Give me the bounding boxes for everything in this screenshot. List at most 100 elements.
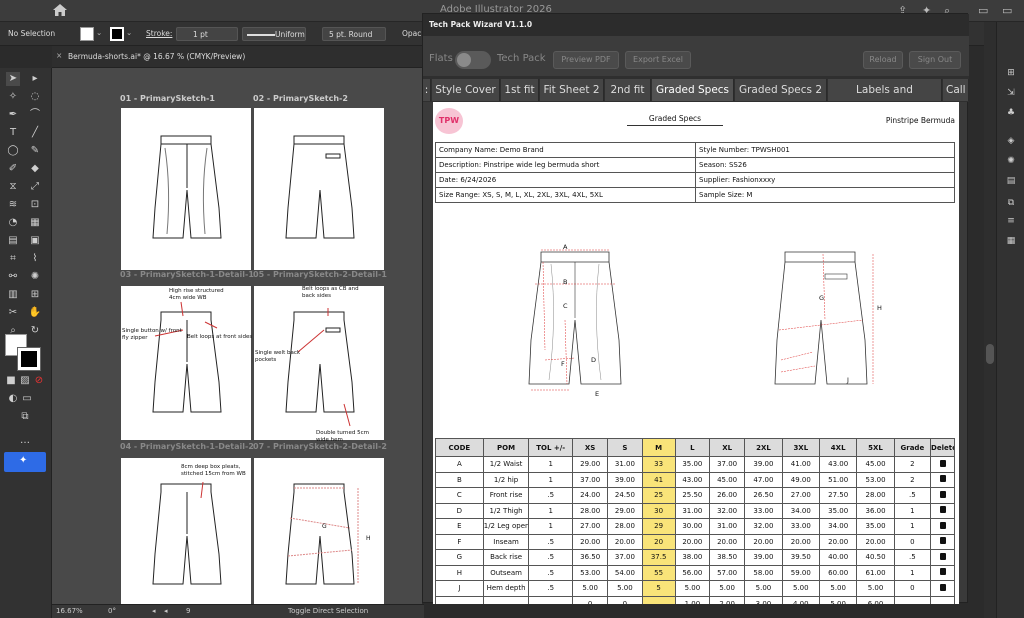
table-cell[interactable]: 35.00 bbox=[856, 518, 895, 535]
table-cell[interactable]: 24.50 bbox=[607, 487, 643, 504]
table-cell[interactable]: 57.00 bbox=[708, 564, 746, 581]
table-cell[interactable]: 24.00 bbox=[571, 487, 609, 504]
table-cell[interactable]: .5 bbox=[528, 533, 573, 550]
table-cell[interactable]: Outseam bbox=[482, 564, 530, 581]
table-cell[interactable]: 0 bbox=[893, 580, 932, 597]
gradient-tool-icon[interactable]: ▣ bbox=[28, 234, 42, 248]
table-cell[interactable]: 45.00 bbox=[856, 456, 895, 473]
delete-row-button[interactable] bbox=[930, 533, 955, 550]
table-cell[interactable]: 5.00 bbox=[674, 580, 710, 597]
appearance-icon[interactable]: ✺ bbox=[1005, 156, 1017, 168]
table-cell[interactable]: 32.00 bbox=[708, 502, 746, 519]
table-cell[interactable]: .5 bbox=[528, 564, 573, 581]
table-cell[interactable]: 5.00 bbox=[818, 580, 858, 597]
type-tool-icon[interactable]: T bbox=[6, 126, 20, 140]
change-screen-mode-icon[interactable]: ⧉ bbox=[18, 410, 32, 424]
shaper-tool-icon[interactable]: ✐ bbox=[6, 162, 20, 176]
table-cell[interactable]: 31.00 bbox=[607, 456, 643, 473]
table-cell[interactable]: 30 bbox=[641, 502, 676, 519]
table-cell[interactable]: 5.00 bbox=[818, 595, 858, 604]
table-cell[interactable]: 0 bbox=[607, 595, 643, 604]
free-transform-icon[interactable]: ⊡ bbox=[28, 198, 42, 212]
table-cell[interactable]: 1 bbox=[528, 456, 573, 473]
prev-artboard-icon[interactable]: ◂ bbox=[152, 607, 156, 615]
table-cell[interactable]: 33.00 bbox=[744, 502, 783, 519]
table-cell[interactable]: 27.00 bbox=[571, 518, 609, 535]
table-cell[interactable] bbox=[528, 595, 573, 604]
table-cell[interactable]: Inseam bbox=[482, 533, 530, 550]
table-cell[interactable]: D bbox=[435, 502, 484, 519]
table-cell[interactable]: 39.00 bbox=[607, 471, 643, 488]
table-cell[interactable]: 45.00 bbox=[708, 471, 746, 488]
table-cell[interactable]: 5.00 bbox=[856, 580, 895, 597]
curvature-tool-icon[interactable]: ⌒ bbox=[28, 108, 42, 122]
table-cell[interactable]: 20.00 bbox=[744, 533, 783, 550]
delete-row-button[interactable] bbox=[930, 518, 955, 535]
stroke-label[interactable]: Stroke: bbox=[146, 29, 172, 38]
eraser-icon[interactable]: ◆ bbox=[28, 162, 42, 176]
table-cell[interactable]: 37.00 bbox=[708, 456, 746, 473]
reflect-tool-icon[interactable]: ⧖ bbox=[6, 180, 20, 194]
tab-fit-sheet-2[interactable]: Fit Sheet 2 bbox=[540, 79, 604, 101]
table-cell[interactable]: .5 bbox=[528, 580, 573, 597]
table-cell[interactable]: G bbox=[435, 549, 484, 566]
table-cell[interactable]: A bbox=[435, 456, 484, 473]
artboard-sketch-1-detail-2[interactable]: 8cm deep box pleats, stitched 15cm from … bbox=[121, 458, 251, 604]
table-cell[interactable]: 27.00 bbox=[781, 487, 820, 504]
table-cell[interactable]: Front rise bbox=[482, 487, 530, 504]
table-cell[interactable]: 29.00 bbox=[607, 502, 643, 519]
table-cell[interactable]: 2.00 bbox=[708, 595, 746, 604]
rotate-view-icon[interactable]: ↻ bbox=[28, 324, 42, 338]
table-cell[interactable]: 31.00 bbox=[674, 502, 710, 519]
table-cell[interactable]: .5 bbox=[893, 549, 932, 566]
table-cell[interactable]: 35.00 bbox=[818, 502, 858, 519]
mesh-tool-icon[interactable]: ⌗ bbox=[6, 252, 20, 266]
table-cell[interactable]: 20.00 bbox=[607, 533, 643, 550]
table-cell[interactable]: 36.50 bbox=[571, 549, 609, 566]
table-cell[interactable]: J bbox=[435, 580, 484, 597]
table-cell[interactable]: 28.00 bbox=[856, 487, 895, 504]
table-cell[interactable]: 1 bbox=[528, 502, 573, 519]
reload-button[interactable]: Reload bbox=[863, 51, 903, 69]
delete-row-button[interactable] bbox=[930, 471, 955, 488]
table-cell[interactable]: 43.00 bbox=[674, 471, 710, 488]
artboard-primary-sketch-1[interactable] bbox=[121, 108, 251, 270]
table-cell[interactable]: 41.00 bbox=[781, 456, 820, 473]
vertical-scrollbar[interactable] bbox=[984, 22, 996, 618]
pathfinder-icon[interactable]: ≡ bbox=[1005, 216, 1017, 228]
table-cell[interactable]: 29 bbox=[641, 518, 676, 535]
stroke-color-swatch[interactable] bbox=[17, 347, 41, 371]
more-tools-icon[interactable]: … bbox=[18, 434, 32, 448]
table-cell[interactable]: 5.00 bbox=[708, 580, 746, 597]
table-cell[interactable]: .5 bbox=[528, 487, 573, 504]
table-cell[interactable]: 3.00 bbox=[744, 595, 783, 604]
transform-icon[interactable]: ⧉ bbox=[1005, 198, 1017, 210]
table-cell[interactable]: 1 bbox=[528, 518, 573, 535]
swatches-icon[interactable]: ▦ bbox=[1005, 236, 1017, 248]
close-icon[interactable]: × bbox=[56, 51, 62, 60]
table-cell[interactable]: Hem depth bbox=[482, 580, 530, 597]
tab-previous[interactable]: : bbox=[423, 79, 431, 101]
home-icon[interactable] bbox=[52, 3, 68, 17]
table-cell[interactable]: 30.00 bbox=[674, 518, 710, 535]
blend-tool-icon[interactable]: ⚯ bbox=[6, 270, 20, 284]
shape-builder-icon[interactable]: ◔ bbox=[6, 216, 20, 230]
artboard-tool-icon[interactable]: ⊞ bbox=[28, 288, 42, 302]
tab-labels-and-packaging[interactable]: Labels and Packaging bbox=[828, 79, 942, 118]
artboard-sketch-1-detail-1[interactable]: High rise structured 4cm wide WB Single … bbox=[121, 286, 252, 440]
table-cell[interactable]: 38.50 bbox=[708, 549, 746, 566]
delete-row-button[interactable] bbox=[930, 502, 955, 519]
table-cell[interactable]: 5.00 bbox=[607, 580, 643, 597]
preview-pdf-button[interactable]: Preview PDF bbox=[553, 51, 619, 69]
table-cell[interactable]: 61.00 bbox=[856, 564, 895, 581]
table-cell[interactable]: 56.00 bbox=[674, 564, 710, 581]
table-cell[interactable]: 1 bbox=[528, 471, 573, 488]
flats-techpack-toggle[interactable] bbox=[455, 51, 491, 69]
table-cell[interactable]: 39.00 bbox=[744, 549, 783, 566]
table-cell[interactable]: 1/2 Leg opening bbox=[482, 518, 530, 535]
delete-row-button[interactable] bbox=[930, 595, 955, 604]
variable-width-profile-select[interactable]: Uniform bbox=[242, 27, 306, 41]
sign-out-button[interactable]: Sign Out bbox=[909, 51, 961, 69]
libraries-icon[interactable]: ♣ bbox=[1005, 108, 1017, 120]
table-cell[interactable]: 1.00 bbox=[674, 595, 710, 604]
